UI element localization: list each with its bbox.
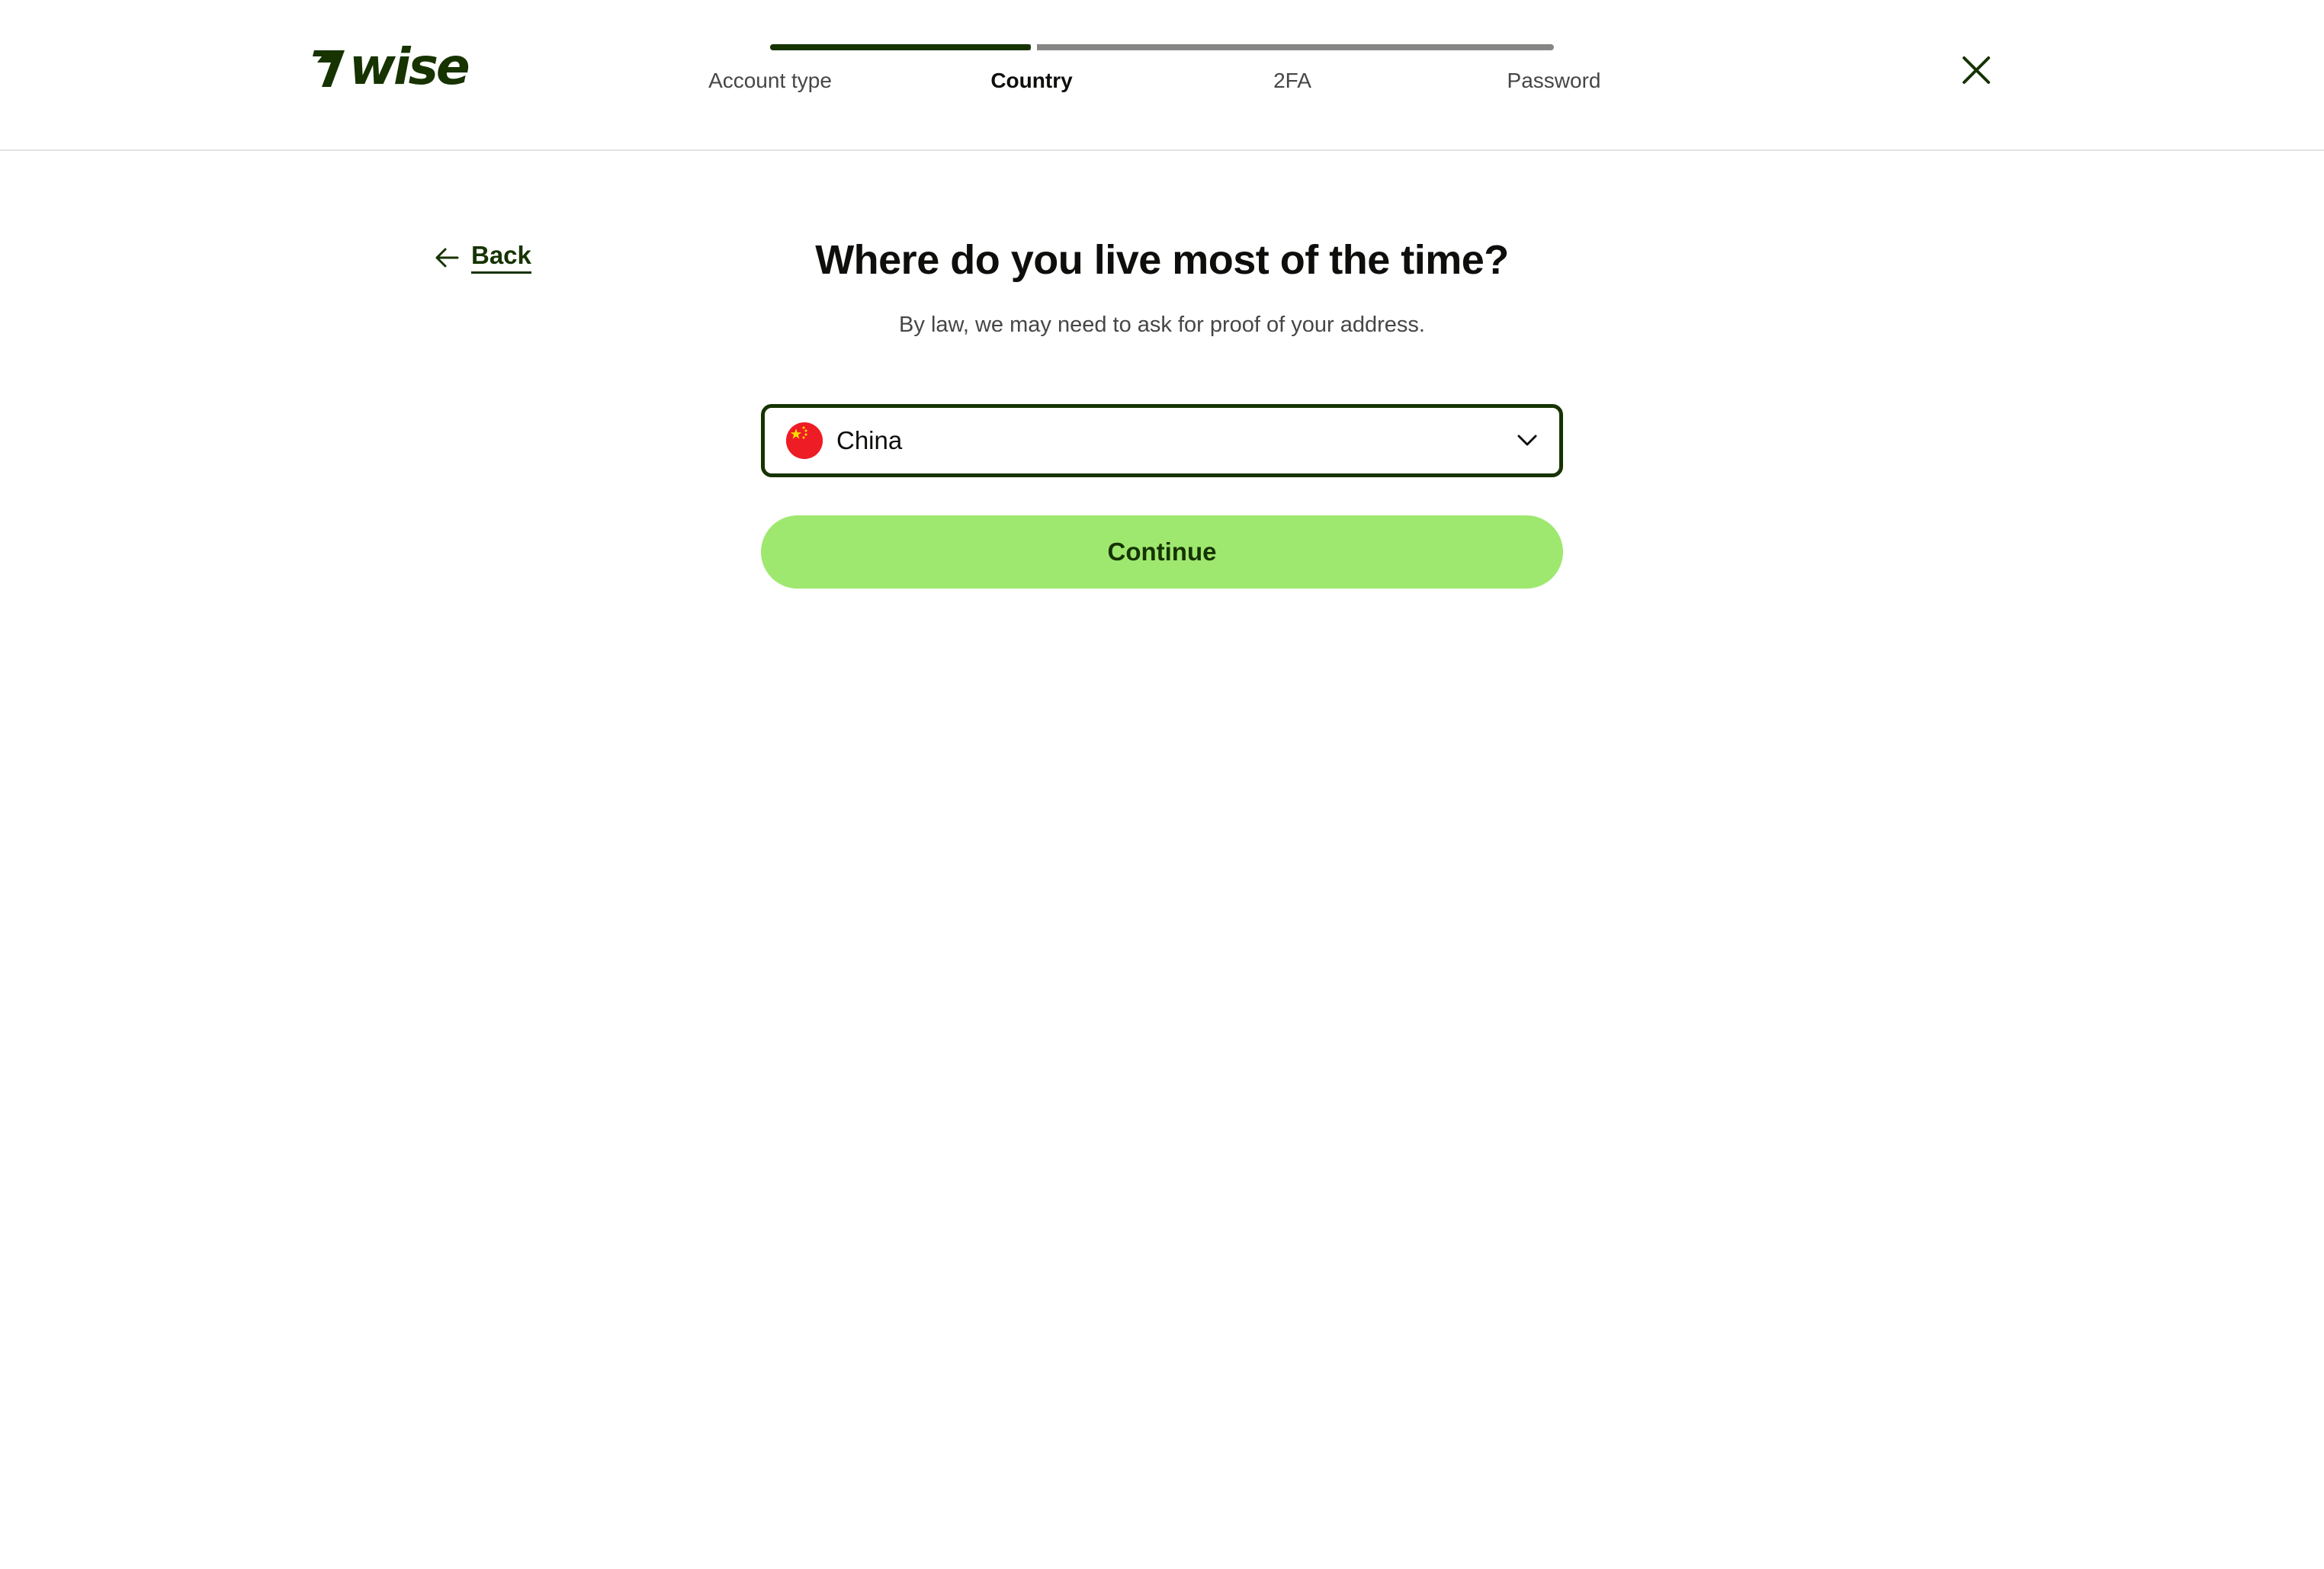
country-select[interactable]: China bbox=[761, 404, 1563, 477]
country-select-value: China bbox=[836, 426, 903, 454]
chevron-down-icon bbox=[1517, 435, 1537, 446]
step-country: Country bbox=[990, 69, 1073, 92]
page-title: Where do you live most of the time? bbox=[815, 237, 1509, 283]
progress-bar-fill bbox=[770, 44, 1032, 50]
page-subtitle: By law, we may need to ask for proof of … bbox=[899, 313, 1425, 337]
header: wise Account type Country 2FA Password bbox=[0, 0, 2324, 151]
page: wise Account type Country 2FA Password B… bbox=[0, 0, 2324, 1569]
continue-button[interactable]: Continue bbox=[761, 515, 1563, 589]
close-button[interactable] bbox=[1960, 53, 1993, 87]
progress-divider bbox=[1031, 43, 1037, 51]
progress-bar bbox=[770, 43, 1554, 51]
china-flag-icon bbox=[786, 422, 823, 459]
close-icon bbox=[1963, 56, 1990, 84]
step-account-type: Account type bbox=[708, 69, 832, 92]
logo-wordmark: wise bbox=[349, 37, 470, 96]
wise-logo[interactable]: wise bbox=[311, 37, 470, 96]
wise-flag-icon bbox=[313, 50, 345, 87]
step-2fa: 2FA bbox=[1273, 69, 1311, 92]
step-password: Password bbox=[1507, 69, 1601, 92]
